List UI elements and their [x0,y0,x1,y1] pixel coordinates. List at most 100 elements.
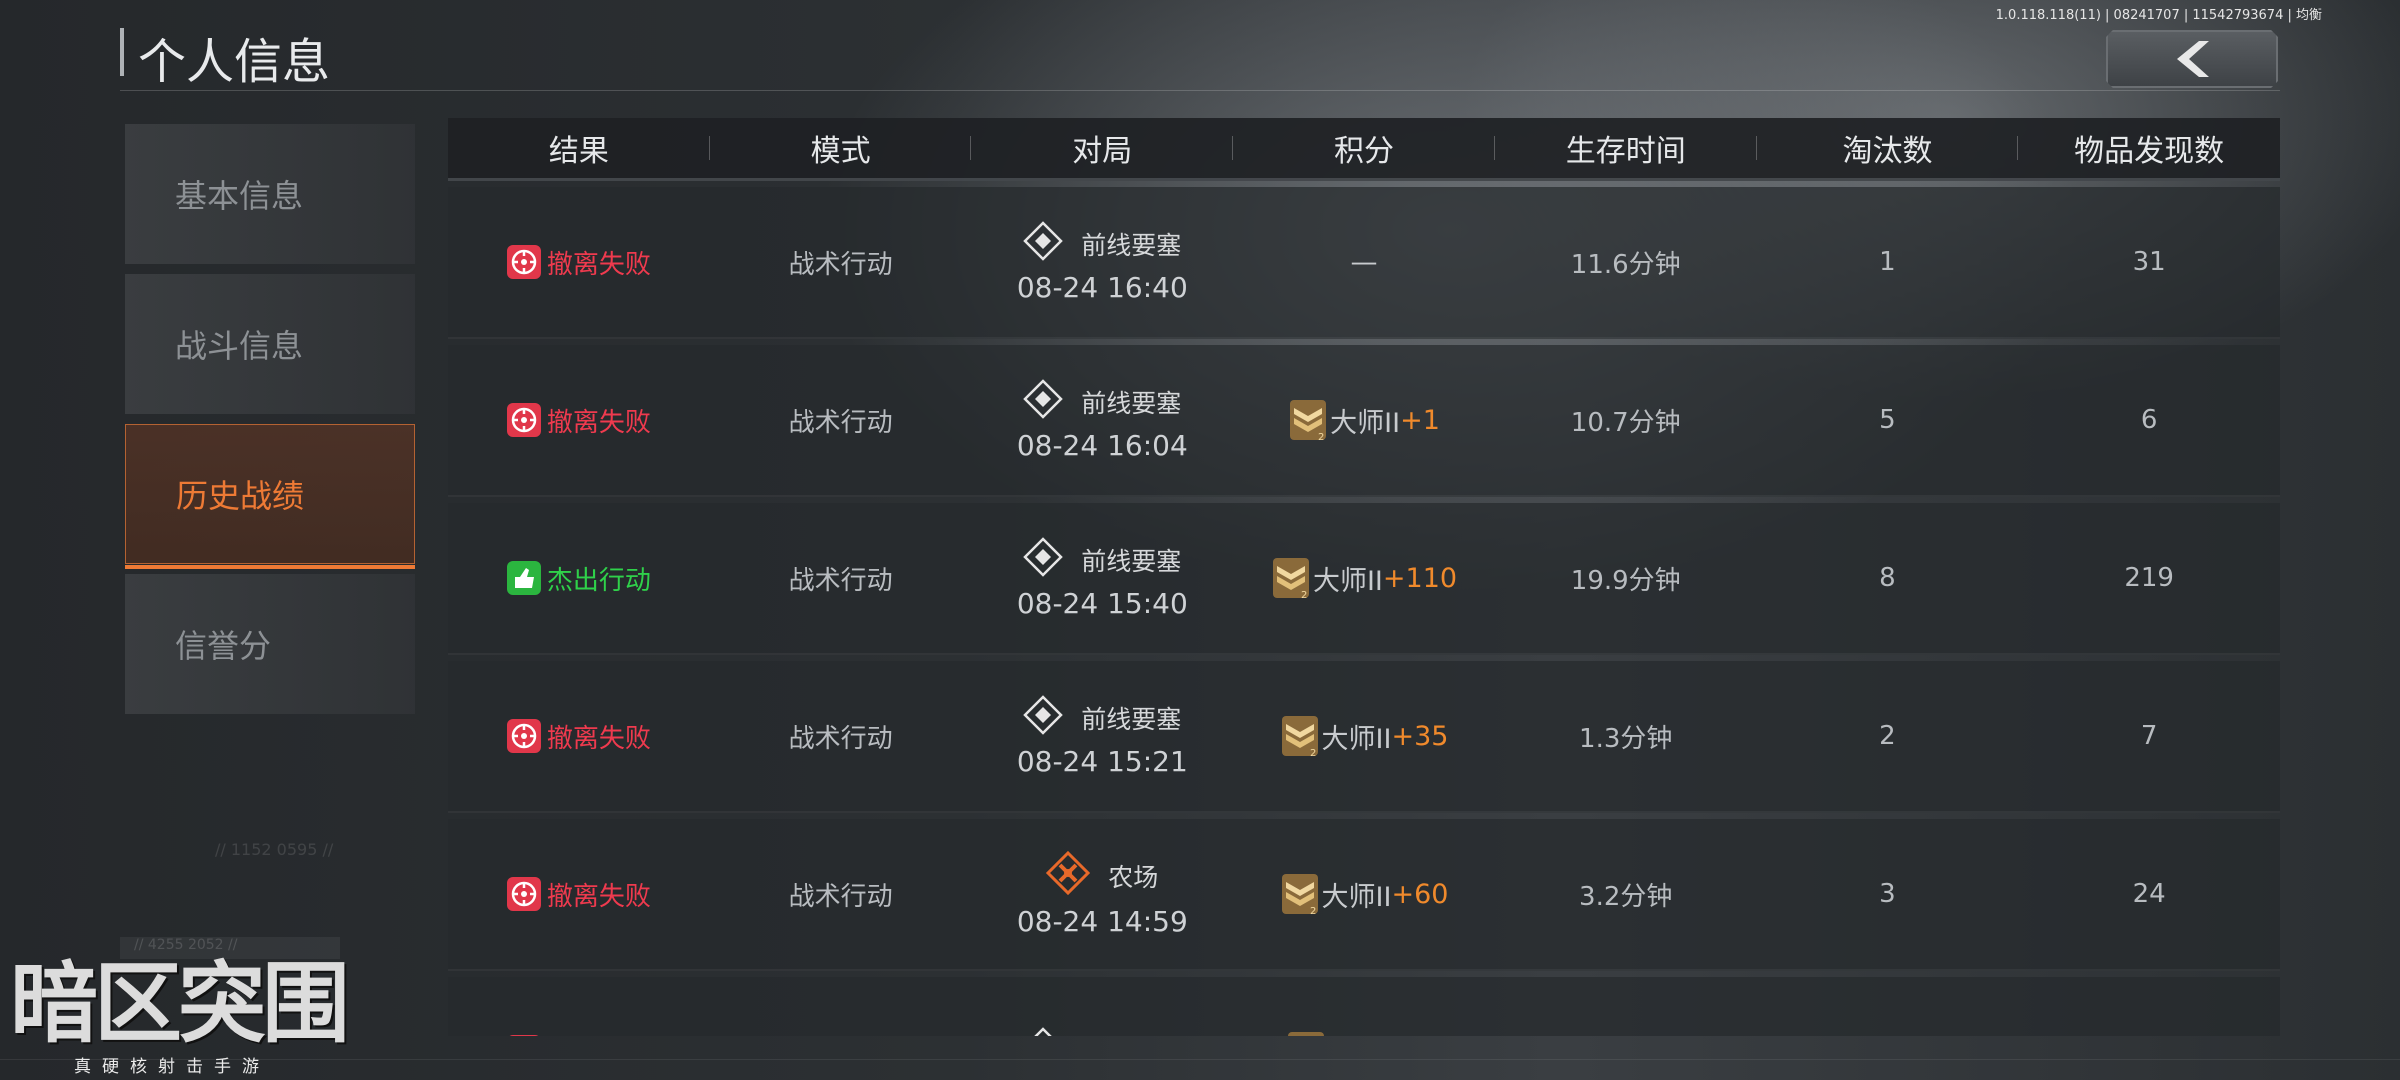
sidebar-item-match-history[interactable]: 历史战绩 [125,424,415,569]
rank-badge-icon: 2 [1280,714,1320,759]
result-label: 撤离失败 [547,1034,651,1037]
cell-mode: 战术行动 [788,723,893,754]
table-header: 结果 模式 对局 积分 生存时间 淘汰数 物品发现数 [448,118,2280,181]
match-time: 08-24 15:21 [1016,744,1188,778]
fortress-map-icon [1023,220,1064,267]
header-survival-time: 生存时间 [1495,118,1757,178]
rank-score: 2 大师II -32 [1286,1030,1442,1036]
cell-match: 前线要塞 08-24 16:04 [971,378,1233,462]
result-label: 撤离失败 [546,249,651,280]
result-status: 撤离失败 [506,1034,651,1037]
cell-mode: 战术行动 [710,1034,972,1037]
sidebar: 基本信息 战斗信息 历史战绩 信誉分 [125,124,415,724]
decorative-code: // 1152 0595 // [215,840,334,859]
rank-name: 大师II [1330,407,1401,439]
extraction-failed-icon [506,403,541,437]
result-status: 撤离失败 [506,718,651,755]
fortress-map-icon [1023,694,1064,741]
result-status: 撤离失败 [506,402,651,439]
cell-items-found: 24 [2132,879,2166,909]
title-bar: 个人信息 [120,20,2280,91]
result-status: 杰出行动 [506,560,651,597]
match-time: 08-24 14:59 [1016,904,1188,938]
cell-result: 杰出行动 [448,560,710,597]
rank-name: 大师II [1312,565,1383,597]
header-kills: 淘汰数 [1757,118,2019,178]
sidebar-item-label: 历史战绩 [176,477,305,515]
cell-kills: 3 [1879,879,1896,909]
rank-name: 大师II [1321,723,1392,755]
table-row[interactable]: 撤离失败 战术行动 前线要塞 08-24 15:21 2 大师II +35 1.… [448,661,2280,813]
cell-score: — [1233,247,1495,278]
back-button[interactable] [2106,30,2278,88]
header-mode: 模式 [710,118,972,178]
logo-title: 暗区突围 [10,952,350,1055]
table-row[interactable]: 撤离失败 战术行动 前线要塞 08-24 16:40 — 11.6分钟 1 31 [448,187,2280,339]
extraction-failed-icon [506,245,541,279]
sidebar-item-credit-score[interactable]: 信誉分 [125,574,415,714]
cell-survival-time: 0.8分钟 [1495,1034,1757,1037]
cell-items-found: 7 [2140,721,2158,751]
match-map: 农场 [1046,850,1158,901]
cell-survival-time: 11.6分钟 [1570,249,1681,280]
rank-score: — [1351,247,1378,278]
result-status: 撤离失败 [506,876,651,913]
cell-score: 2 大师II +35 [1233,714,1495,759]
cell-survival-time: 1.3分钟 [1579,723,1673,754]
table-row[interactable]: 撤离失败 战术行动 前线要塞 2 大师II -32 0.8分钟 0 0 [448,977,2280,1036]
score-delta: — [1350,246,1378,278]
rank-name: 大师II [1321,881,1392,913]
cell-result: 撤离失败 [448,244,710,281]
sidebar-item-basic-info[interactable]: 基本信息 [125,124,415,264]
divider [0,1059,2400,1060]
rank-name: 大师II [1328,1033,1398,1037]
header-result: 结果 [448,118,710,178]
cell-kills: 2 [1879,721,1896,751]
match-map: 前线要塞 [1023,1027,1181,1036]
score-delta: +1 [1400,404,1440,436]
cell-kills: 1 [1879,247,1896,277]
cell-kills: 5 [1879,405,1896,435]
match-history-table: 结果 模式 对局 积分 生存时间 淘汰数 物品发现数 撤离失败 战术行动 前线要… [448,118,2280,1036]
match-map: 前线要塞 [1023,378,1182,425]
table-row[interactable]: 杰出行动 战术行动 前线要塞 08-24 15:40 2 大师II +110 1… [448,503,2280,655]
cell-mode: 战术行动 [788,407,893,438]
fortress-map-icon [1023,378,1064,425]
rank-badge-icon: 2 [1280,872,1320,917]
svg-text:2: 2 [1301,590,1307,600]
cell-match: 前线要塞 [971,1027,1233,1036]
cell-items-found: 219 [2124,563,2174,593]
cell-kills: 8 [1879,563,1896,593]
score-delta: +35 [1391,720,1449,752]
cell-match: 农场 08-24 14:59 [971,850,1233,938]
cell-match: 前线要塞 08-24 15:40 [971,536,1233,620]
score-delta: +110 [1382,562,1458,594]
match-map: 前线要塞 [1023,536,1181,583]
map-name: 前线要塞 [1081,704,1182,734]
map-name: 前线要塞 [1081,230,1182,260]
cell-result: 撤离失败 [448,402,710,439]
svg-text:2: 2 [1318,432,1324,442]
title-marker [120,28,124,76]
cell-mode: 战术行动 [788,565,893,596]
page-title: 个人信息 [138,34,331,90]
map-name: 前线要塞 [1081,388,1182,418]
result-label: 杰出行动 [546,565,651,596]
cell-mode: 战术行动 [788,249,893,280]
table-row[interactable]: 撤离失败 战术行动 农场 08-24 14:59 2 大师II +60 3.2分… [448,819,2280,971]
extraction-failed-icon [506,877,541,911]
cell-mode: 战术行动 [788,881,893,912]
cell-items-found: 6 [2140,405,2158,435]
rank-score: 2 大师II +60 [1280,872,1448,917]
cell-score: 2 大师II +110 [1233,556,1495,601]
result-status: 撤离失败 [506,244,651,281]
cell-match: 前线要塞 08-24 15:21 [971,694,1233,778]
match-time: 08-24 15:40 [1016,586,1188,620]
table-row[interactable]: 撤离失败 战术行动 前线要塞 08-24 16:04 2 大师II +1 10.… [448,345,2280,497]
header-items-found: 物品发现数 [2074,134,2225,169]
cell-survival-time: 3.2分钟 [1579,881,1673,912]
svg-text:2: 2 [1310,906,1316,916]
svg-text:2: 2 [1310,748,1316,758]
sidebar-item-battle-info[interactable]: 战斗信息 [125,274,415,414]
rank-score: 2 大师II +35 [1280,714,1449,759]
